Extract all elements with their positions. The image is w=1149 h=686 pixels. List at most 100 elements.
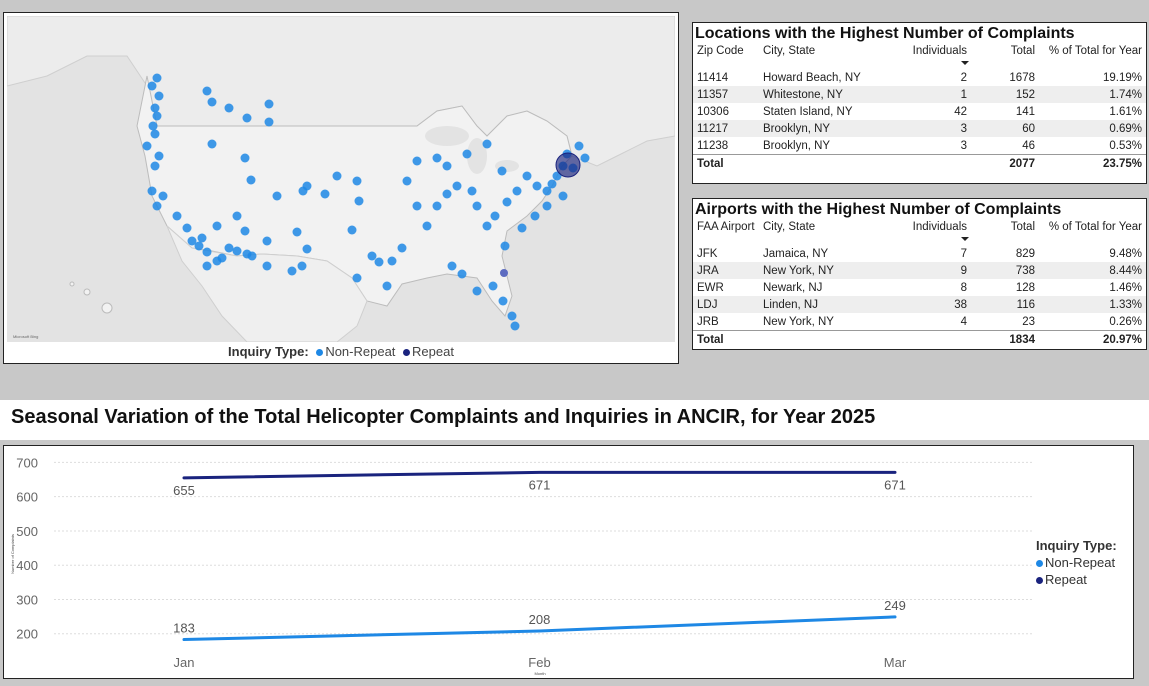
map-point[interactable]	[150, 103, 160, 113]
map-point[interactable]	[547, 179, 557, 189]
col-city-state[interactable]: City, State	[759, 221, 893, 245]
map-point[interactable]	[574, 141, 584, 151]
chart-legend-item-non-repeat[interactable]: Non-Repeat	[1036, 555, 1117, 570]
col-total[interactable]: Total	[971, 221, 1039, 245]
map-point[interactable]	[482, 139, 492, 149]
map-point[interactable]	[172, 211, 182, 221]
table-row[interactable]: 11217 Brooklyn, NY 3 60 0.69%	[693, 120, 1146, 137]
map-point[interactable]	[232, 246, 242, 256]
map-point[interactable]	[207, 97, 217, 107]
map-point[interactable]	[447, 261, 457, 271]
map-point[interactable]	[202, 86, 212, 96]
table-row[interactable]: EWR Newark, NJ 8 128 1.46%	[693, 279, 1146, 296]
map-point[interactable]	[212, 221, 222, 231]
map-point[interactable]	[148, 121, 158, 131]
map-point[interactable]	[517, 223, 527, 233]
map-point[interactable]	[432, 201, 442, 211]
map-point[interactable]	[497, 166, 507, 176]
table-row[interactable]: LDJ Linden, NJ 38 116 1.33%	[693, 296, 1146, 313]
map-point[interactable]	[542, 201, 552, 211]
map-point[interactable]	[432, 153, 442, 163]
map-point[interactable]	[302, 244, 312, 254]
map-point[interactable]	[292, 227, 302, 237]
map-point[interactable]	[558, 191, 568, 201]
table-row[interactable]: 11238 Brooklyn, NY 3 46 0.53%	[693, 137, 1146, 155]
map-point[interactable]	[352, 273, 362, 283]
map-point[interactable]	[232, 211, 242, 221]
map-point[interactable]	[242, 113, 252, 123]
col-faa-airport[interactable]: FAA Airport	[693, 221, 759, 245]
map-point[interactable]	[367, 251, 377, 261]
table-row[interactable]: JRA New York, NY 9 738 8.44%	[693, 262, 1146, 279]
map-point[interactable]	[224, 103, 234, 113]
map-point[interactable]	[580, 153, 590, 163]
map-point[interactable]	[152, 73, 162, 83]
map-point[interactable]	[467, 186, 477, 196]
table-row[interactable]: 11357 Whitestone, NY 1 152 1.74%	[693, 86, 1146, 103]
map-point[interactable]	[154, 151, 164, 161]
map-point[interactable]	[262, 236, 272, 246]
map-point[interactable]	[500, 241, 510, 251]
col-pct-total[interactable]: % of Total for Year	[1039, 221, 1146, 245]
map-point[interactable]	[194, 241, 204, 251]
map-point[interactable]	[387, 256, 397, 266]
map-point[interactable]	[530, 211, 540, 221]
map-point[interactable]	[402, 176, 412, 186]
map-point[interactable]	[242, 249, 252, 259]
col-zip-code[interactable]: Zip Code	[693, 45, 759, 69]
map-point[interactable]	[147, 186, 157, 196]
map-point[interactable]	[442, 189, 452, 199]
col-individuals[interactable]: Individuals	[893, 45, 971, 69]
col-total[interactable]: Total	[971, 45, 1039, 69]
col-pct-total[interactable]: % of Total for Year	[1039, 45, 1146, 69]
map-point[interactable]	[397, 243, 407, 253]
map-point[interactable]	[332, 171, 342, 181]
map-point[interactable]	[197, 233, 207, 243]
map-point[interactable]	[457, 269, 467, 279]
map-point[interactable]	[298, 186, 308, 196]
map-point[interactable]	[412, 201, 422, 211]
map-point[interactable]	[202, 261, 212, 271]
map-point-repeat[interactable]	[500, 269, 508, 277]
table-row[interactable]: 10306 Staten Island, NY 42 141 1.61%	[693, 103, 1146, 120]
map-point[interactable]	[264, 117, 274, 127]
chart-legend-item-repeat[interactable]: Repeat	[1036, 572, 1117, 587]
map-point[interactable]	[152, 111, 162, 121]
map-point[interactable]	[142, 141, 152, 151]
map-point[interactable]	[382, 281, 392, 291]
map-point-repeat[interactable]	[555, 152, 581, 178]
map-point[interactable]	[152, 201, 162, 211]
table-row[interactable]: JRB New York, NY 4 23 0.26%	[693, 313, 1146, 331]
map-point[interactable]	[452, 181, 462, 191]
map-point[interactable]	[240, 226, 250, 236]
map-point[interactable]	[462, 149, 472, 159]
map-point[interactable]	[498, 296, 508, 306]
map-point[interactable]	[347, 225, 357, 235]
map-point[interactable]	[158, 191, 168, 201]
col-individuals[interactable]: Individuals	[893, 221, 971, 245]
map-point[interactable]	[262, 261, 272, 271]
map-point[interactable]	[472, 201, 482, 211]
table-row[interactable]: 11414 Howard Beach, NY 2 1678 19.19%	[693, 69, 1146, 86]
line-chart[interactable]: 700 600 500 400 300 200 Jan Feb Mar 183 208 249 65…	[4, 446, 1133, 678]
map-point[interactable]	[442, 161, 452, 171]
map-point[interactable]	[354, 196, 364, 206]
map-point[interactable]	[264, 99, 274, 109]
map-point[interactable]	[207, 139, 217, 149]
map-point[interactable]	[522, 171, 532, 181]
map-point[interactable]	[202, 247, 212, 257]
col-city-state[interactable]: City, State	[759, 45, 893, 69]
map-point[interactable]	[510, 321, 520, 331]
map-point[interactable]	[422, 221, 432, 231]
map-point[interactable]	[482, 221, 492, 231]
map-point[interactable]	[272, 191, 282, 201]
map-point[interactable]	[512, 186, 522, 196]
map-point[interactable]	[507, 311, 517, 321]
map-point[interactable]	[320, 189, 330, 199]
map-point[interactable]	[150, 161, 160, 171]
map-point[interactable]	[472, 286, 482, 296]
map-point[interactable]	[374, 257, 384, 267]
complaints-map[interactable]: Microsoft Bing	[7, 16, 675, 342]
map-point[interactable]	[147, 81, 157, 91]
map-point[interactable]	[502, 197, 512, 207]
